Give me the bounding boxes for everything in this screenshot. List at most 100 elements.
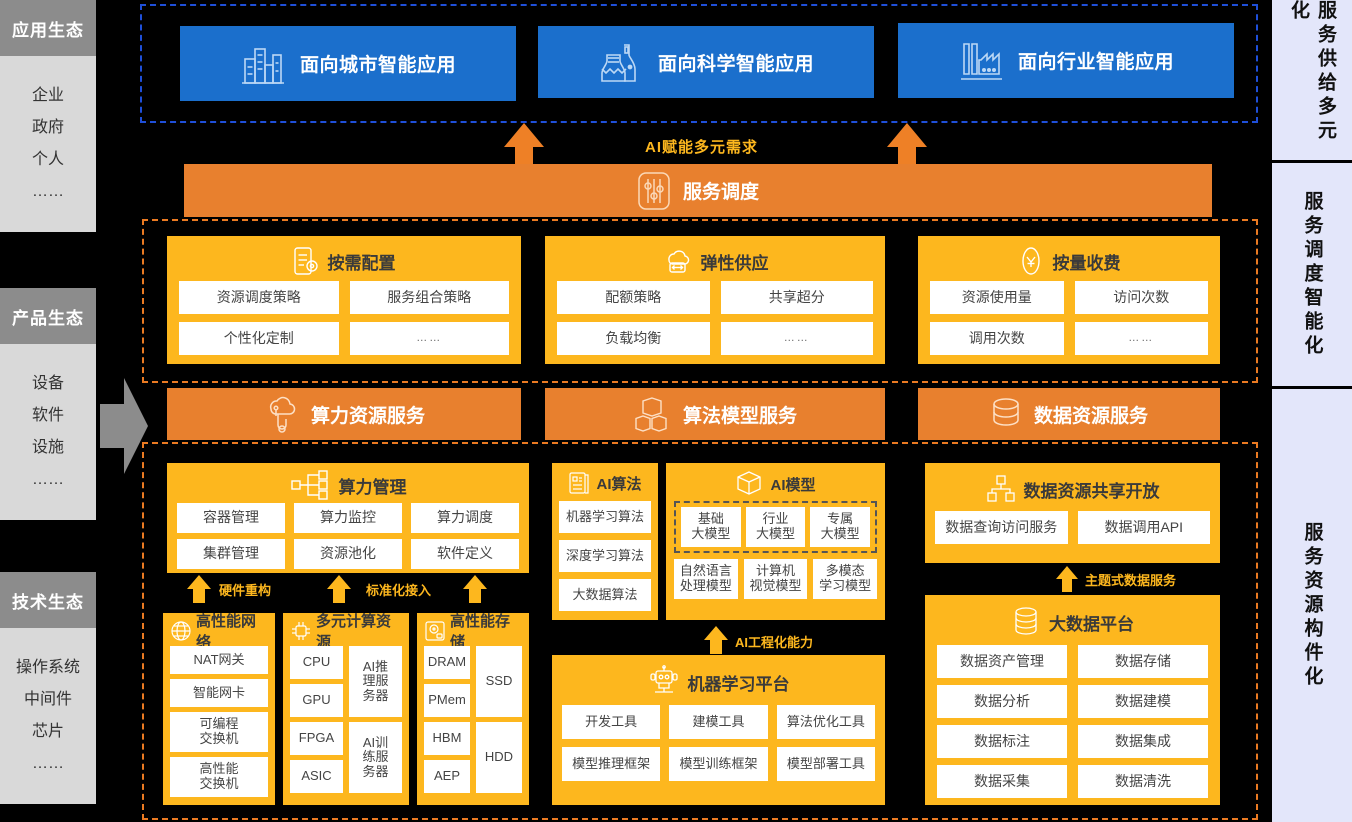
bigdata-item[interactable]: 数据清洗 [1078, 765, 1208, 798]
service-schedule-label: 服务调度 [682, 182, 759, 203]
bigdata-item[interactable]: 数据集成 [1078, 725, 1208, 758]
service-bar-compute[interactable]: 算力资源服务 [167, 388, 521, 440]
compute-management-item[interactable]: 算力调度 [411, 503, 519, 533]
compute-management-card[interactable]: 算力管理 容器管理 算力监控 算力调度 集群管理 资源池化 软件定义 [167, 463, 529, 573]
bigdata-item[interactable]: 数据存储 [1078, 645, 1208, 678]
storage-item[interactable]: SSD [476, 646, 522, 717]
storage-item[interactable]: PMem [424, 684, 470, 717]
network-item[interactable]: 可编程 交换机 [170, 712, 268, 752]
compute-resource-item[interactable]: AI训 练服 务器 [349, 722, 402, 793]
bigdata-item[interactable]: 数据采集 [937, 765, 1067, 798]
compute-resource-item[interactable]: ASIC [290, 760, 343, 793]
right-rail-resource-label: 服务资源构件化 [1301, 521, 1323, 690]
ai-model-card[interactable]: AI模型 基础 大模型 行业 大模型 专属 大模型 自然语言 处理模型 计算机 … [666, 463, 885, 620]
service-bar-algorithm[interactable]: 算法模型服务 [545, 388, 885, 440]
ai-algorithm-header: AI算法 [559, 468, 651, 498]
storage-card[interactable]: 高性能存储 DRAM PMem HBM AEP SSD HDD [417, 613, 529, 805]
bigdata-item[interactable]: 数据建模 [1078, 685, 1208, 718]
ecosystem-product-item: 设备 [31, 375, 64, 392]
ecosystem-app-item: 企业 [31, 87, 64, 104]
policy-card-on-demand[interactable]: 按需配置 资源调度策略 服务组合策略 个性化定制 …… [167, 236, 521, 364]
ecosystem-app-item: 个人 [31, 151, 64, 168]
compute-management-item[interactable]: 算力监控 [294, 503, 402, 533]
ai-algorithm-card[interactable]: AI算法 机器学习算法 深度学习算法 大数据算法 [552, 463, 658, 620]
bigdata-item[interactable]: 数据资产管理 [937, 645, 1067, 678]
ecosystem-product: 产品生态 设备 软件 设施 …… [0, 288, 96, 520]
policy-card-on-demand-title: 按需配置 [327, 253, 396, 273]
compute-management-item[interactable]: 容器管理 [177, 503, 285, 533]
ai-model-large-item[interactable]: 行业 大模型 [745, 507, 806, 547]
science-flask-icon [598, 39, 644, 85]
compute-resource-item[interactable]: CPU [290, 646, 343, 679]
data-sharing-card[interactable]: 数据资源共享开放 数据查询访问服务 数据调用API [925, 463, 1220, 563]
service-bar-data-label: 数据资源服务 [1033, 405, 1148, 427]
ai-algorithm-item[interactable]: 深度学习算法 [559, 540, 651, 572]
policy-item[interactable]: 调用次数 [930, 322, 1064, 355]
network-item[interactable]: 高性能 交换机 [170, 757, 268, 797]
policy-item[interactable]: 访问次数 [1074, 281, 1208, 314]
policy-card-elastic-header: 弹性供应 [557, 244, 873, 278]
bigdata-item[interactable]: 数据标注 [937, 725, 1067, 758]
compute-management-item[interactable]: 资源池化 [294, 539, 402, 569]
ecosystem-product-item: 设施 [31, 439, 64, 456]
storage-item[interactable]: HDD [476, 722, 522, 793]
policy-item[interactable]: 服务组合策略 [349, 281, 509, 314]
service-bar-data[interactable]: 数据资源服务 [918, 388, 1220, 440]
data-sharing-item[interactable]: 数据查询访问服务 [935, 511, 1068, 544]
ecosystem-technology-item: 中间件 [23, 691, 72, 708]
sliders-icon [637, 171, 671, 210]
policy-item[interactable]: 资源调度策略 [179, 281, 339, 314]
cube-model-icon [735, 469, 763, 499]
ai-model-item[interactable]: 自然语言 处理模型 [674, 559, 738, 599]
service-schedule-bar[interactable]: 服务调度 [184, 164, 1212, 217]
ml-platform-item[interactable]: 模型推理框架 [562, 747, 661, 781]
storage-item[interactable]: AEP [424, 760, 470, 793]
thematic-data-service-label: 主题式数据服务 [1085, 573, 1177, 588]
bigdata-item[interactable]: 数据分析 [937, 685, 1067, 718]
ecosystem-product-item: …… [32, 471, 64, 488]
service-bar-algorithm-label: 算法模型服务 [682, 405, 797, 427]
ai-model-large-item[interactable]: 专属 大模型 [810, 507, 870, 547]
network-card[interactable]: 高性能网络 NAT网关 智能网卡 可编程 交换机 高性能 交换机 [163, 613, 275, 805]
ai-algorithm-item[interactable]: 机器学习算法 [559, 501, 651, 533]
ml-platform-item[interactable]: 建模工具 [669, 705, 768, 739]
policy-card-elastic[interactable]: 弹性供应 配额策略 共享超分 负载均衡 …… [545, 236, 885, 364]
policy-item[interactable]: …… [1074, 322, 1208, 355]
disk-icon [424, 620, 446, 642]
data-sharing-item[interactable]: 数据调用API [1077, 511, 1210, 544]
application-card-science[interactable]: 面向科学智能应用 [538, 26, 874, 98]
ai-algorithm-item[interactable]: 大数据算法 [559, 579, 651, 611]
ml-platform-item[interactable]: 算法优化工具 [776, 705, 875, 739]
policy-item[interactable]: …… [720, 322, 873, 355]
ml-platform-item[interactable]: 模型部署工具 [776, 747, 875, 781]
policy-card-metered[interactable]: 按量收费 资源使用量 访问次数 调用次数 …… [918, 236, 1220, 364]
network-item[interactable]: NAT网关 [170, 646, 268, 674]
ai-model-large-item[interactable]: 基础 大模型 [681, 507, 741, 547]
data-sharing-header: 数据资源共享开放 [935, 469, 1210, 509]
ml-platform-item[interactable]: 模型训练框架 [669, 747, 768, 781]
network-item[interactable]: 智能网卡 [170, 679, 268, 707]
bigdata-platform-title: 大数据平台 [1049, 614, 1134, 634]
compute-management-item[interactable]: 软件定义 [411, 539, 519, 569]
policy-item[interactable]: 资源使用量 [930, 281, 1064, 314]
hardware-reconstruct-label: 硬件重构 [219, 583, 272, 598]
ai-model-item[interactable]: 计算机 视觉模型 [743, 559, 808, 599]
policy-item[interactable]: 负载均衡 [557, 322, 710, 355]
storage-item[interactable]: HBM [424, 722, 470, 755]
compute-resource-item[interactable]: AI推 理服 务器 [349, 646, 402, 717]
compute-resource-card[interactable]: 多元计算资源 CPU GPU FPGA ASIC AI推 理服 务器 AI训 练… [283, 613, 409, 805]
policy-item[interactable]: 个性化定制 [179, 322, 339, 355]
storage-item[interactable]: DRAM [424, 646, 470, 679]
application-card-city[interactable]: 面向城市智能应用 [180, 26, 516, 101]
compute-resource-item[interactable]: FPGA [290, 722, 343, 755]
bigdata-platform-card[interactable]: 大数据平台 数据资产管理 数据存储 数据分析 数据建模 数据标注 数据集成 数据… [925, 595, 1220, 805]
compute-resource-item[interactable]: GPU [290, 684, 343, 717]
policy-item[interactable]: …… [349, 322, 509, 355]
compute-management-item[interactable]: 集群管理 [177, 539, 285, 569]
policy-item[interactable]: 配额策略 [557, 281, 710, 314]
application-card-industry[interactable]: 面向行业智能应用 [898, 23, 1234, 98]
ml-platform-item[interactable]: 开发工具 [562, 705, 661, 739]
ai-model-item[interactable]: 多模态 学习模型 [813, 559, 877, 599]
policy-item[interactable]: 共享超分 [720, 281, 873, 314]
ml-platform-card[interactable]: 机器学习平台 开发工具 建模工具 算法优化工具 模型推理框架 模型训练框架 模型… [552, 655, 885, 805]
